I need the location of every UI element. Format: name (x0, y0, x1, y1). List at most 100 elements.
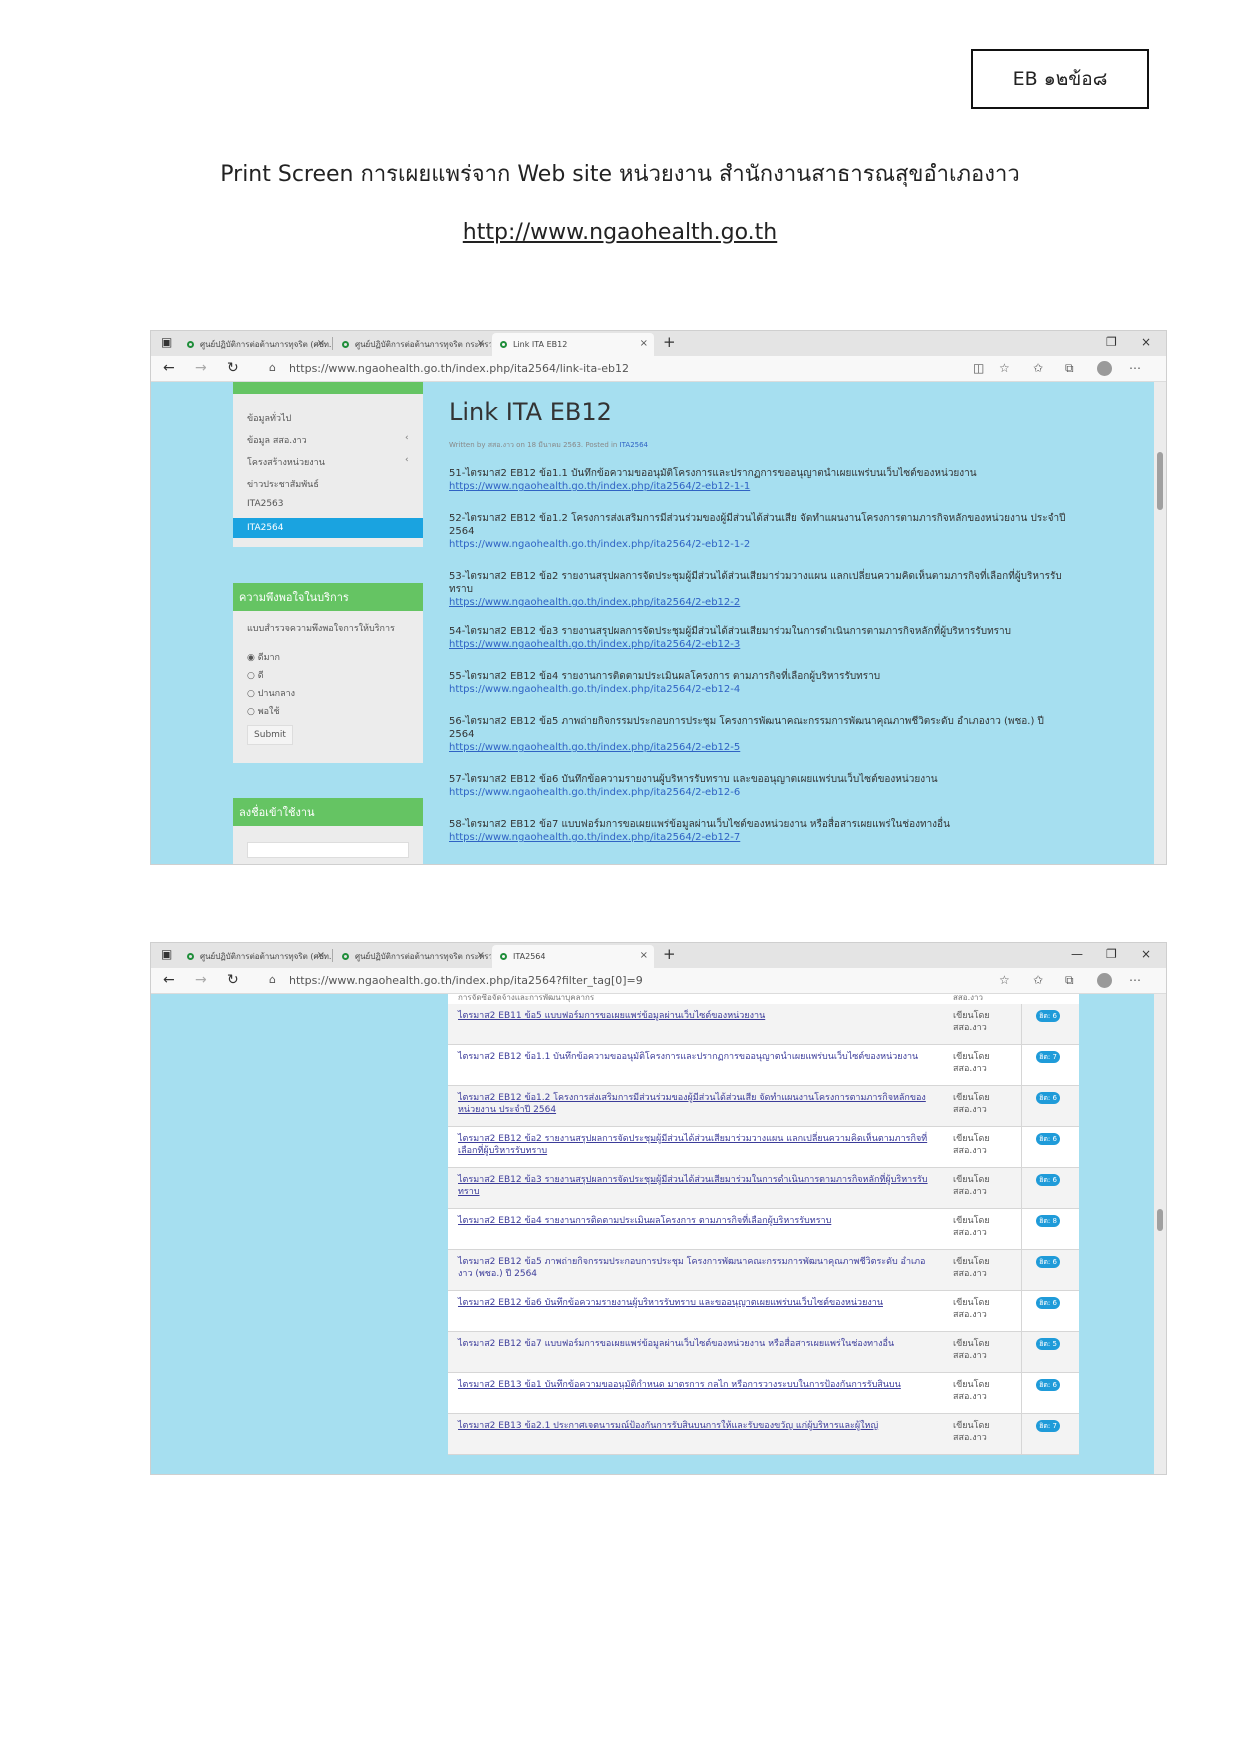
refresh-icon[interactable]: ↻ (227, 972, 239, 988)
tab-close-icon[interactable]: × (317, 338, 325, 349)
menu-item-active[interactable]: ITA2564 (233, 518, 423, 538)
table-row: ไตรมาส2 EB12 ข้อ3 รายงานสรุปผลการจัดประช… (448, 1168, 1079, 1209)
entry-link[interactable]: https://www.ngaohealth.go.th/index.php/i… (449, 638, 1069, 651)
tab-3-label: Link ITA EB12 (513, 340, 568, 349)
back-icon[interactable]: ← (163, 972, 175, 988)
hits-badge: ฮิต: 5 (1036, 1338, 1060, 1350)
entry-link[interactable]: https://www.ngaohealth.go.th/index.php/i… (449, 831, 1069, 844)
table-row: ไตรมาส2 EB12 ข้อ2 รายงานสรุปผลการจัดประช… (448, 1127, 1079, 1168)
radio-option-2[interactable]: ○ ดี (247, 668, 264, 682)
entry-link[interactable]: https://www.ngaohealth.go.th/index.php/i… (449, 786, 1069, 799)
favorites-icon[interactable]: ✩ (1033, 361, 1043, 375)
entry-link[interactable]: https://www.ngaohealth.go.th/index.php/i… (449, 683, 1069, 696)
close-window-icon[interactable]: × (1141, 335, 1151, 349)
article-title-link[interactable]: ไตรมาส2 EB13 ข้อ2.1 ประกาศเจตนารมณ์ป้องก… (458, 1420, 938, 1432)
tab-1[interactable]: ศูนย์ปฏิบัติการต่อต้านการทุจริต (ศปท.) × (179, 945, 331, 968)
forward-icon[interactable]: → (195, 360, 207, 376)
url-field[interactable]: https://www.ngaohealth.go.th/index.php/i… (289, 974, 643, 987)
new-tab-icon[interactable]: + (663, 333, 676, 351)
scroll-thumb[interactable] (1157, 1209, 1163, 1231)
menu-item[interactable]: โครงสร้างหน่วยงาน (247, 455, 325, 469)
reader-icon[interactable]: ◫ (973, 361, 984, 375)
article-title-link[interactable]: ไตรมาส2 EB12 ข้อ3 รายงานสรุปผลการจัดประช… (458, 1174, 938, 1198)
profile-avatar[interactable] (1097, 973, 1112, 988)
refresh-icon[interactable]: ↻ (227, 360, 239, 376)
favorites-icon[interactable]: ✩ (1033, 973, 1043, 987)
article-title-link[interactable]: ไตรมาส2 EB12 ข้อ1.1 บันทึกข้อความขออนุมั… (458, 1051, 938, 1063)
window-menu-icon[interactable]: ▣ (161, 335, 172, 349)
submit-button[interactable]: Submit (247, 725, 293, 745)
menu-panel: ข้อมูลทั่วไป ข้อมูล สสอ.งาว ‹ โครงสร้างห… (233, 382, 423, 547)
new-tab-icon[interactable]: + (663, 945, 676, 963)
back-icon[interactable]: ← (163, 360, 175, 376)
link-entry: 52-ไตรมาส2 EB12 ข้อ1.2 โครงการส่งเสริมกา… (449, 512, 1069, 551)
collections-icon[interactable]: ⧉ (1065, 973, 1074, 988)
radio-option-3[interactable]: ○ ปานกลาง (247, 686, 295, 700)
tab-2[interactable]: ศูนย์ปฏิบัติการต่อต้านการทุจริต กระทรวง … (334, 333, 491, 356)
entry-link[interactable]: https://www.ngaohealth.go.th/index.php/i… (449, 741, 1069, 754)
minimize-window-icon[interactable]: — (1071, 947, 1083, 961)
document-title: Print Screen การเผยแพร่จาก Web site หน่ว… (220, 162, 1020, 187)
hits-badge: ฮิต: 6 (1036, 1174, 1060, 1186)
article-title-link[interactable]: ไตรมาส2 EB12 ข้อ2 รายงานสรุปผลการจัดประช… (458, 1133, 938, 1157)
author: เขียนโดย สสอ.งาว (953, 1257, 990, 1279)
hits-badge: ฮิต: 6 (1036, 1133, 1060, 1145)
more-icon[interactable]: ⋯ (1129, 973, 1141, 987)
scrollbar[interactable] (1154, 994, 1166, 1474)
entry-link[interactable]: https://www.ngaohealth.go.th/index.php/i… (449, 538, 1069, 551)
table-row: ไตรมาส2 EB11 ข้อ5 แบบฟอร์มการขอเผยแพร่ข้… (448, 1004, 1079, 1045)
add-favorite-icon[interactable]: ☆ (999, 361, 1010, 375)
article-title-link[interactable]: ไตรมาส2 EB12 ข้อ7 แบบฟอร์มการขอเผยแพร่ข้… (458, 1338, 938, 1350)
survey-question: แบบสำรวจความพึงพอใจการให้บริการ (247, 624, 395, 634)
restore-window-icon[interactable]: ❐ (1106, 947, 1117, 961)
eb-label-box: EB ๑๒ข้อ๘ (971, 49, 1149, 109)
scrollbar[interactable] (1154, 382, 1166, 864)
article-title-link[interactable]: ไตรมาส2 EB12 ข้อ4 รายงานการติดตามประเมิน… (458, 1215, 938, 1227)
table-row: ไตรมาส2 EB12 ข้อ6 บันทึกข้อความรายงานผู้… (448, 1291, 1079, 1332)
tab-1-label: ศูนย์ปฏิบัติการต่อต้านการทุจริต (ศปท.) (200, 952, 331, 961)
menu-item[interactable]: ข้อมูล สสอ.งาว (247, 433, 307, 447)
article-title-link[interactable]: ไตรมาส2 EB11 ข้อ5 แบบฟอร์มการขอเผยแพร่ข้… (458, 1010, 938, 1022)
tab-close-icon[interactable]: × (640, 950, 648, 961)
site-icon (187, 341, 194, 348)
entry-link[interactable]: https://www.ngaohealth.go.th/index.php/i… (449, 596, 1069, 609)
add-favorite-icon[interactable]: ☆ (999, 973, 1010, 987)
article-title-link[interactable]: ไตรมาส2 EB12 ข้อ6 บันทึกข้อความรายงานผู้… (458, 1297, 938, 1309)
menu-item[interactable]: ข้อมูลทั่วไป (247, 411, 291, 425)
tab-close-icon[interactable]: × (640, 338, 648, 349)
table-row: ไตรมาส2 EB12 ข้อ1.2 โครงการส่งเสริมการมี… (448, 1086, 1079, 1127)
close-window-icon[interactable]: × (1141, 947, 1151, 961)
username-input[interactable] (247, 842, 409, 858)
chevron-left-icon: ‹ (405, 455, 409, 465)
tab-3-active[interactable]: Link ITA EB12 × (492, 333, 654, 356)
restore-window-icon[interactable]: ❐ (1106, 335, 1117, 349)
article-title-link[interactable]: ไตรมาส2 EB12 ข้อ1.2 โครงการส่งเสริมการมี… (458, 1092, 938, 1116)
article-title-link[interactable]: ไตรมาส2 EB13 ข้อ1 บันทึกข้อความขออนุมัติ… (458, 1379, 938, 1391)
entry-link[interactable]: https://www.ngaohealth.go.th/index.php/i… (449, 480, 1069, 493)
scroll-thumb[interactable] (1157, 452, 1163, 510)
tab-close-icon[interactable]: × (477, 950, 485, 961)
profile-avatar[interactable] (1097, 361, 1112, 376)
tab-2[interactable]: ศูนย์ปฏิบัติการต่อต้านการทุจริต กระทรวง … (334, 945, 491, 968)
hits-badge: ฮิต: 6 (1036, 1092, 1060, 1104)
tab-close-icon[interactable]: × (477, 338, 485, 349)
address-bar: ← → ↻ ⌂ https://www.ngaohealth.go.th/ind… (151, 356, 1166, 382)
radio-checked-icon: ◉ (247, 653, 258, 663)
article-title-link[interactable]: ไตรมาส2 EB12 ข้อ5 ภาพถ่ายกิจกรรมประกอบกา… (458, 1256, 938, 1280)
radio-option-4[interactable]: ○ พอใช้ (247, 704, 280, 718)
menu-item[interactable]: ข่าวประชาสัมพันธ์ (247, 477, 319, 491)
more-icon[interactable]: ⋯ (1129, 361, 1141, 375)
category-link[interactable]: ITA2564 (620, 441, 648, 449)
byline: Written by สสอ.งาว on 18 มีนาคม 2563. Po… (449, 441, 649, 449)
tab-3-active[interactable]: ITA2564 × (492, 945, 654, 968)
site-icon (342, 953, 349, 960)
collections-icon[interactable]: ⧉ (1065, 361, 1074, 376)
link-entry: 58-ไตรมาส2 EB12 ข้อ7 แบบฟอร์มการขอเผยแพร… (449, 818, 1069, 844)
radio-option-1[interactable]: ◉ ดีมาก (247, 650, 280, 664)
menu-item[interactable]: ITA2563 (247, 499, 284, 509)
tab-1[interactable]: ศูนย์ปฏิบัติการต่อต้านการทุจริต (ศปท.) × (179, 333, 331, 356)
window-menu-icon[interactable]: ▣ (161, 947, 172, 961)
tab-close-icon[interactable]: × (317, 950, 325, 961)
forward-icon[interactable]: → (195, 972, 207, 988)
url-field[interactable]: https://www.ngaohealth.go.th/index.php/i… (289, 362, 629, 375)
